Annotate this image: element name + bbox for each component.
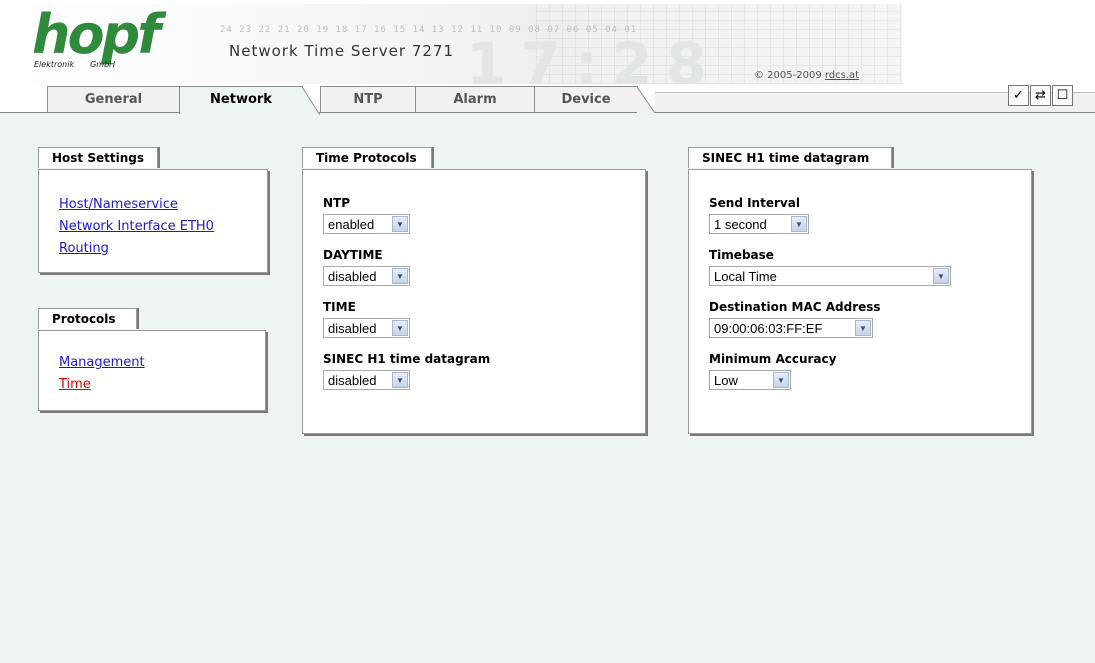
tab-slant (302, 87, 320, 115)
tab-label: Network (210, 92, 272, 107)
protocols-panel: Management Time (38, 330, 266, 411)
chevron-down-icon: ▼ (855, 320, 871, 336)
copyright-text: © 2005-2009 (754, 70, 822, 81)
tab-network[interactable]: Network (179, 86, 320, 115)
chevron-down-icon: ▼ (392, 372, 408, 388)
chevron-down-icon: ▼ (773, 372, 789, 388)
link-routing[interactable]: Routing (59, 237, 267, 261)
hopf-logo: hopf (32, 3, 161, 66)
chevron-down-icon: ▼ (392, 268, 408, 284)
time-select[interactable]: disabled ▼ (323, 318, 410, 338)
sinec-h1-select[interactable]: disabled ▼ (323, 370, 410, 390)
tab-label: Device (561, 92, 611, 107)
reload-button[interactable]: ⇄ (1030, 85, 1051, 106)
daytime-value: disabled (328, 268, 377, 284)
time-protocols-title: Time Protocols (302, 147, 432, 168)
background-clock-decoration: 17:28 (466, 30, 721, 84)
daytime-select[interactable]: disabled ▼ (323, 266, 410, 286)
tab-label: Alarm (453, 92, 497, 107)
sinec-h1-label: SINEC H1 time datagram (323, 352, 491, 366)
time-label: TIME (323, 300, 356, 314)
apply-button[interactable]: ✓ (1008, 85, 1029, 106)
tab-device[interactable]: Device (534, 86, 655, 113)
tab-label: General (84, 92, 143, 107)
chevron-down-icon: ▼ (791, 216, 807, 232)
logo-sub-left: Elektronik (34, 60, 75, 69)
save-button[interactable]: ☐ (1052, 85, 1073, 106)
minimum-accuracy-value: Low (714, 372, 738, 388)
ntp-select[interactable]: enabled ▼ (323, 214, 410, 234)
content-area: Host/Nameservice Network Interface ETH0 … (0, 113, 1095, 663)
save-icon: ☐ (1056, 88, 1069, 103)
send-interval-select[interactable]: 1 second ▼ (709, 214, 809, 234)
destination-mac-value: 09:00:06:03:FF:EF (714, 320, 823, 336)
minimum-accuracy-select[interactable]: Low ▼ (709, 370, 791, 390)
ntp-label: NTP (323, 196, 351, 210)
tab-bar: General Network NTP Alarm Device (0, 86, 1095, 115)
link-time[interactable]: Time (59, 373, 265, 397)
toolbar: ✓ ⇄ ☐ (1008, 85, 1073, 107)
link-management[interactable]: Management (59, 351, 265, 375)
banner-digits: 24 23 22 21 20 19 18 17 16 15 14 13 12 1… (220, 25, 638, 35)
time-protocols-panel: NTP enabled ▼ DAYTIME disabled ▼ TIME di… (302, 169, 646, 434)
checkmark-icon: ✓ (1013, 88, 1024, 103)
host-settings-panel: Host/Nameservice Network Interface ETH0 … (38, 169, 268, 273)
time-value: disabled (328, 320, 377, 336)
host-settings-title: Host Settings (38, 147, 158, 168)
tab-general[interactable]: General (47, 86, 180, 112)
minimum-accuracy-label: Minimum Accuracy (709, 352, 837, 366)
timebase-select[interactable]: Local Time ▼ (709, 266, 951, 286)
logo-subtitle: Elektronik GmbH (34, 60, 115, 69)
timebase-label: Timebase (709, 248, 774, 262)
send-interval-label: Send Interval (709, 196, 800, 210)
tab-alarm[interactable]: Alarm (415, 86, 535, 112)
logo-sub-right: GmbH (90, 60, 116, 69)
sinec-h1-value: disabled (328, 372, 377, 388)
tab-label: NTP (353, 92, 383, 107)
ntp-value: enabled (328, 216, 375, 232)
product-title: Network Time Server 7271 (229, 42, 455, 60)
reload-icon: ⇄ (1035, 88, 1046, 103)
sinec-h1-panel: Send Interval 1 second ▼ Timebase Local … (688, 169, 1032, 434)
tab-slant (637, 87, 655, 113)
chevron-down-icon: ▼ (933, 268, 949, 284)
copyright: © 2005-2009 rdcs.at (754, 70, 859, 81)
header: 17:28 24 23 22 21 20 19 18 17 16 15 14 1… (0, 0, 1095, 88)
daytime-label: DAYTIME (323, 248, 383, 262)
protocols-title: Protocols (38, 308, 137, 329)
sinec-h1-title: SINEC H1 time datagram (688, 147, 893, 168)
send-interval-value: 1 second (714, 216, 767, 232)
tab-ntp[interactable]: NTP (320, 86, 416, 112)
copyright-link[interactable]: rdcs.at (825, 70, 859, 81)
link-network-interface-eth0[interactable]: Network Interface ETH0 (59, 215, 267, 239)
link-host-nameservice[interactable]: Host/Nameservice (59, 193, 267, 217)
destination-mac-label: Destination MAC Address (709, 300, 881, 314)
chevron-down-icon: ▼ (392, 320, 408, 336)
destination-mac-select[interactable]: 09:00:06:03:FF:EF ▼ (709, 318, 873, 338)
chevron-down-icon: ▼ (392, 216, 408, 232)
timebase-value: Local Time (714, 268, 777, 284)
